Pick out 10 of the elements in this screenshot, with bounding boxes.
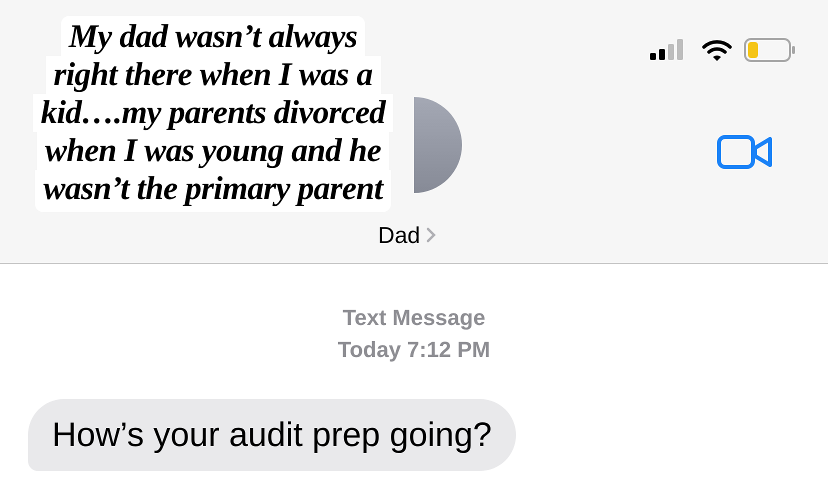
contact-avatar[interactable] xyxy=(414,97,462,193)
timestamp: Today 7:12 PM xyxy=(338,336,490,364)
wifi-icon xyxy=(702,39,732,61)
video-camera-icon xyxy=(717,135,773,169)
video-call-button[interactable] xyxy=(716,134,774,170)
battery-icon xyxy=(744,38,796,62)
service-label: Text Message xyxy=(342,304,486,332)
chevron-right-icon xyxy=(426,227,436,244)
contact-name-button[interactable]: Dad xyxy=(378,218,436,252)
incoming-message-bubble: How’s your audit prep going? xyxy=(28,399,516,471)
